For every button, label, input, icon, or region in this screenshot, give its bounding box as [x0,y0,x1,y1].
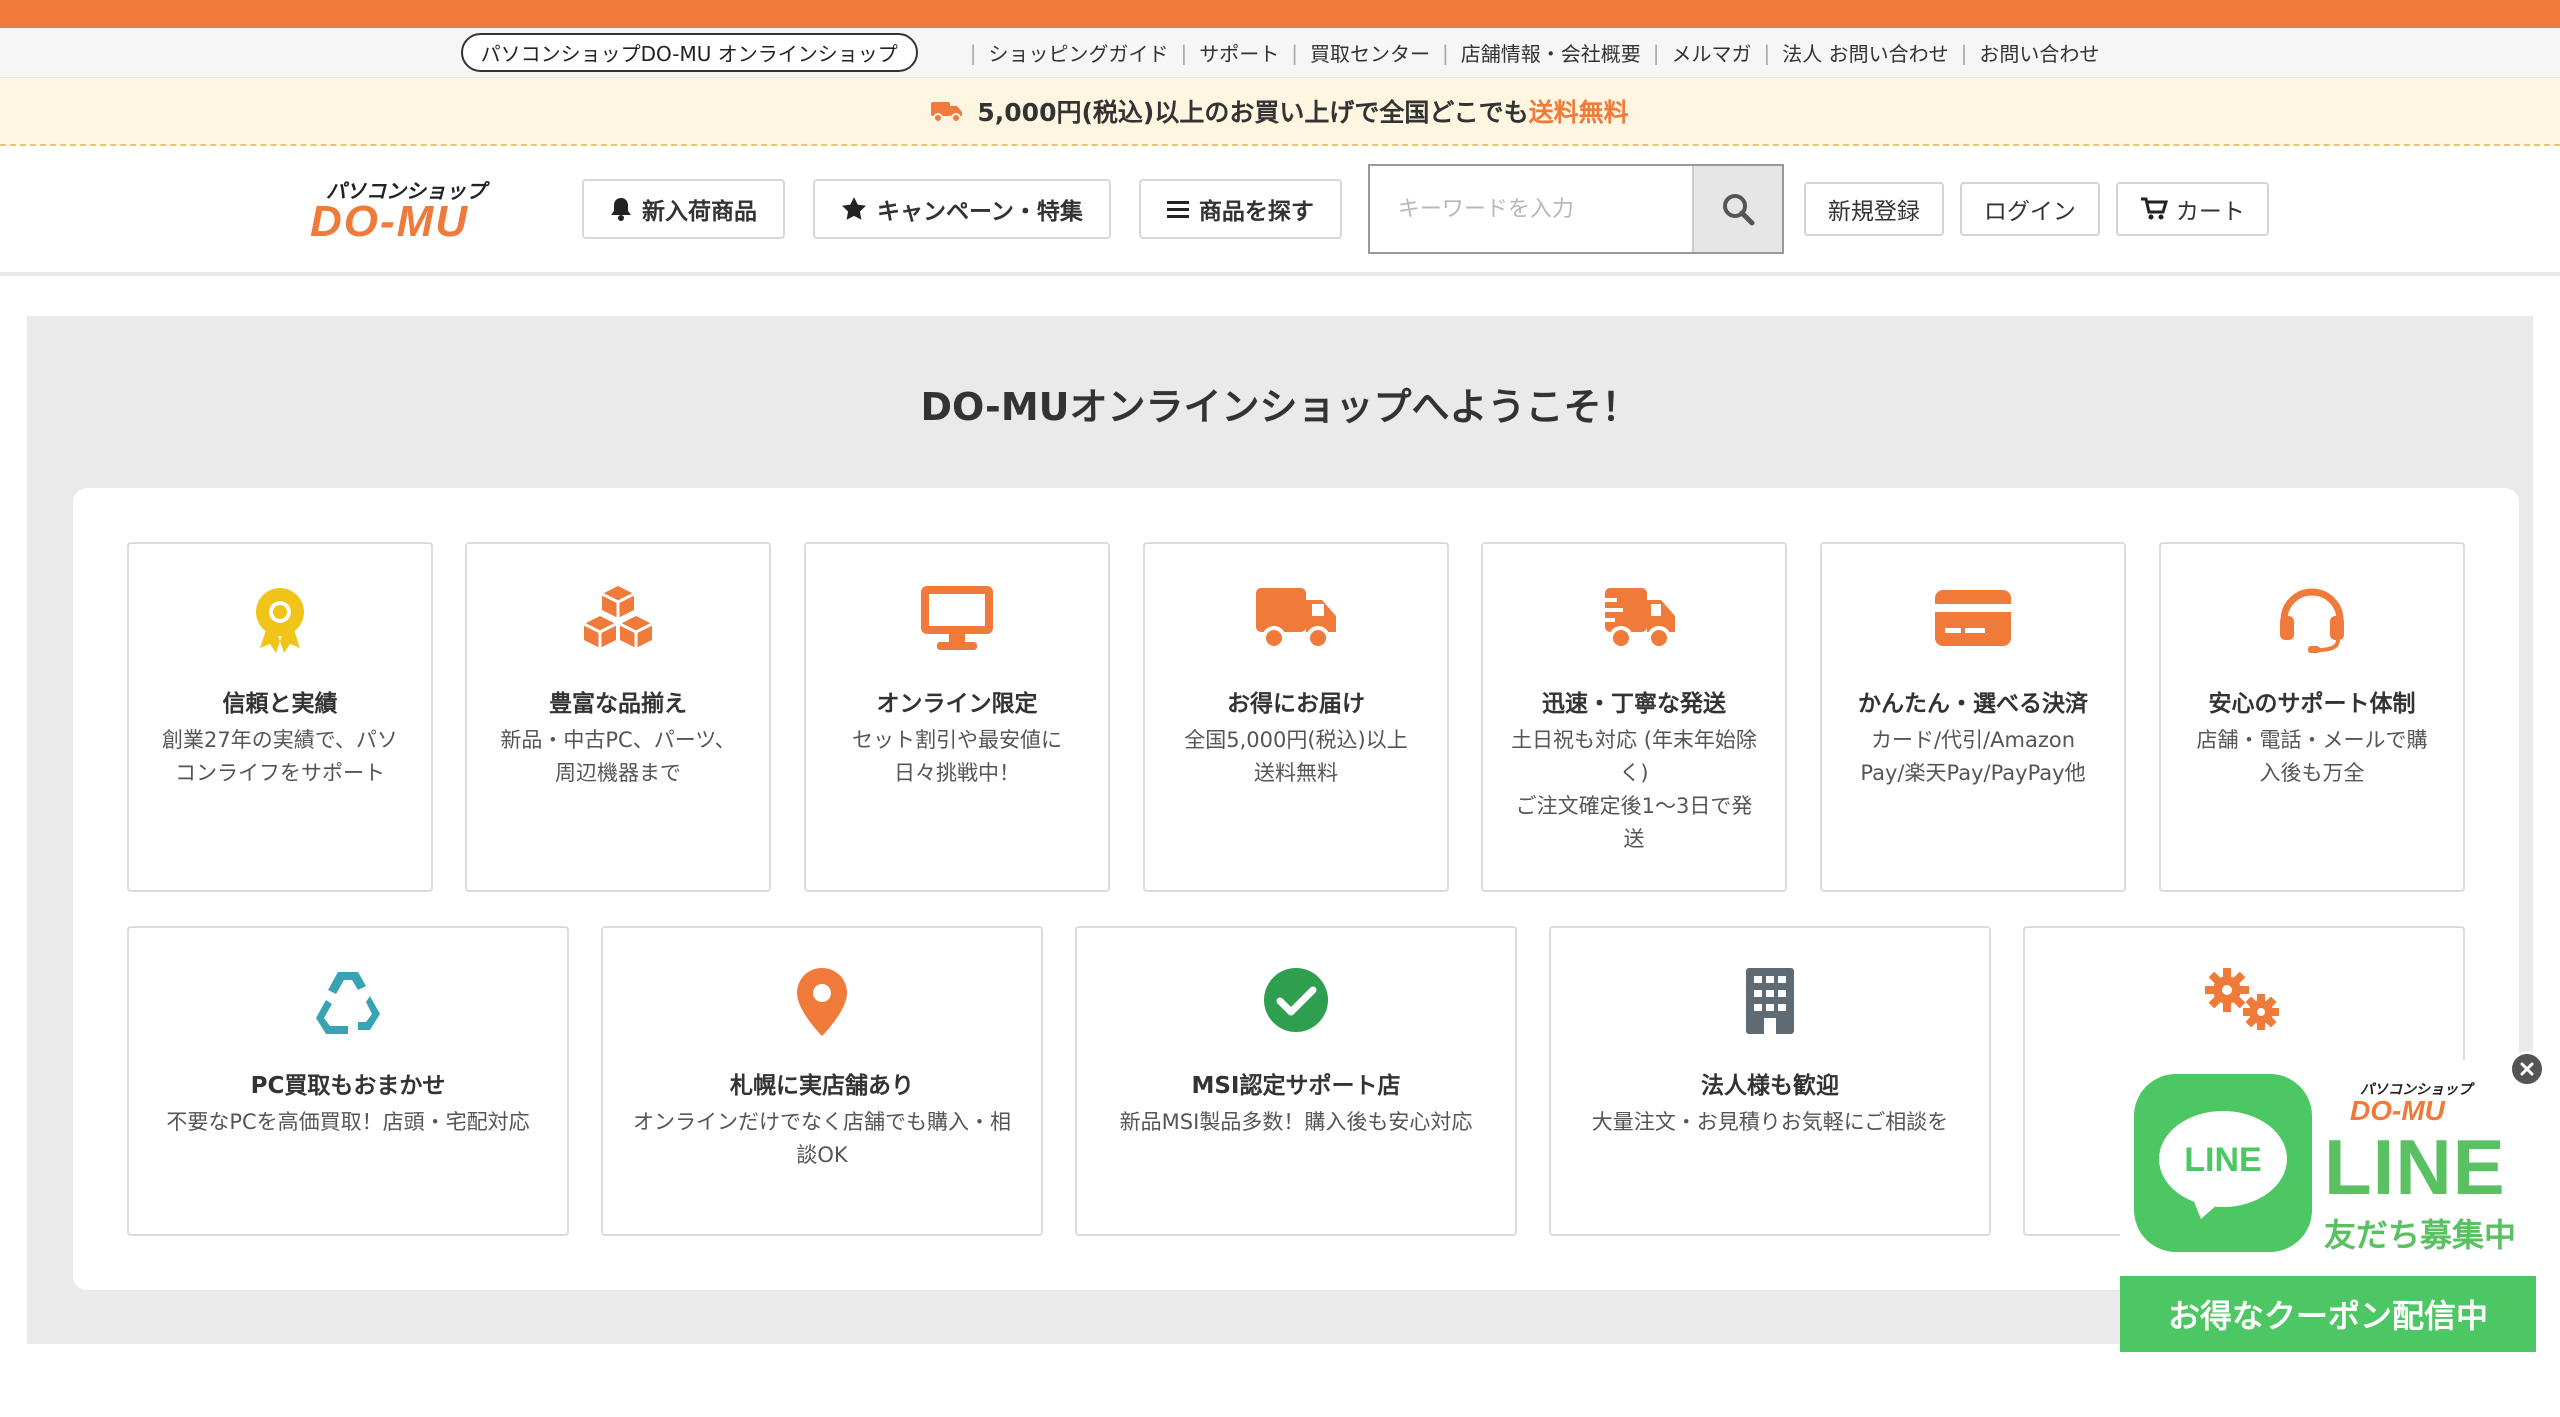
feature-card-corporate: 法人様も歓迎 大量注文・お見積りお気軽にご相談を [1549,926,1991,1236]
free-shipping-banner: 5,000円(税込)以上のお買い上げで全国どこでも 送料無料 [0,78,2560,146]
feature-card-delivery: お得にお届け 全国5,000円(税込)以上 送料無料 [1143,542,1449,892]
award-icon [256,588,304,653]
recycle-icon [316,972,380,1034]
fast-truck-icon [1593,588,1675,650]
credit-card-icon [1935,590,2011,646]
svg-text:LINE: LINE [2184,1141,2261,1179]
shop-name-link[interactable]: パソコンショップDO-MU オンラインショップ [460,33,918,72]
promo-text: 5,000円(税込)以上のお買い上げで全国どこでも [977,98,1529,127]
store-info-link[interactable]: 店舗情報・会社概要 [1461,38,1641,67]
domu-logo[interactable]: パソコンショップ DO-MU [308,176,540,242]
line-ad-coupon: お得なクーポン配信中 [2120,1276,2536,1352]
feature-card-msi: MSI認定サポート店 新品MSI製品多数！購入後も安心対応 [1075,926,1517,1236]
search-input[interactable] [1369,166,1692,252]
gears-icon [2205,968,2279,1030]
feature-card-fast-shipping: 迅速・丁寧な発送 土日祝も対応 (年末年始除く) ご注文確定後1〜3日で発送 [1481,542,1787,892]
line-ad-title: LINE [2324,1123,2506,1211]
new-arrivals-button[interactable]: 新入荷商品 [582,179,785,239]
line-ad-subtitle: 友だち募集中 [2324,1216,2517,1254]
promo-highlight: 送料無料 [1528,98,1629,127]
headset-icon [2280,588,2344,653]
line-friends-ad[interactable]: LINE パソコンショップ DO-MU LINE 友だち募集中 お得なクーポン配… [2120,1060,2536,1352]
desktop-icon [921,586,993,650]
top-accent-bar [0,0,2560,28]
search-button[interactable] [1691,166,1782,252]
line-bubble-icon: LINE [2159,1111,2287,1219]
support-link[interactable]: サポート [1199,38,1279,67]
find-products-button[interactable]: 商品を探す [1138,179,1342,239]
search-box [1367,164,1784,254]
cart-button[interactable]: カート [2115,182,2269,236]
feature-card-trust: 信頼と実績 創業27年の実績で、パソコンライフをサポート [127,542,433,892]
truck-icon [1256,588,1336,650]
cubes-icon [583,586,653,648]
line-ad-close-button[interactable] [2509,1051,2545,1087]
feature-card-sapporo-store: 札幌に実店舗あり オンラインだけでなく店舗でも購入・相談OK [601,926,1043,1236]
bell-icon [611,198,631,221]
topnav-links: | ショッピングガイド | サポート | 買取センター | 店舗情報・会社概要 … [958,38,2100,67]
line-ad-brand: パソコンショップ DO-MU [2350,1082,2475,1122]
truck-icon [931,102,963,123]
site-header: パソコンショップ DO-MU 新入荷商品 キャンペーン・特集 商品を探す 新規登… [0,146,2560,276]
feature-card-online-only: オンライン限定 セット割引や最安値に日々挑戦中！ [804,542,1110,892]
line-logo: LINE [2134,1074,2312,1252]
corporate-contact-link[interactable]: 法人 お問い合わせ [1782,38,1948,67]
register-button[interactable]: 新規登録 [1803,182,1944,236]
building-icon [1746,968,1794,1034]
shopping-guide-link[interactable]: ショッピングガイド [989,38,1169,67]
feature-card-support: 安心のサポート体制 店舗・電話・メールで購入後も万全 [2159,542,2465,892]
campaign-button[interactable]: キャンペーン・特集 [813,179,1111,239]
login-button[interactable]: ログイン [1959,182,2100,236]
search-icon [1722,194,1755,226]
feature-card-buyback: PC買取もおまかせ 不要なPCを高価買取！店頭・宅配対応 [127,926,569,1236]
feature-card-selection: 豊富な品揃え 新品・中古PC、パーツ、周辺機器まで [465,542,771,892]
welcome-title: DO-MUオンラインショップへようこそ！ [920,385,1640,429]
close-icon [2520,1062,2534,1076]
star-icon [842,197,866,220]
feature-card-payment: かんたん・選べる決済 カード/代引/Amazon Pay/楽天Pay/PayPa… [1820,542,2126,892]
menu-icon [1166,201,1189,218]
buyback-center-link[interactable]: 買取センター [1310,38,1430,67]
cart-icon [2140,197,2168,220]
contact-link[interactable]: お問い合わせ [1979,38,2099,67]
svg-text:DO-MU: DO-MU [2350,1095,2446,1122]
check-circle-icon [1264,968,1328,1032]
svg-text:DO-MU: DO-MU [310,197,469,242]
newsletter-link[interactable]: メルマガ [1672,38,1752,67]
map-pin-icon [797,968,847,1036]
top-navigation: パソコンショップDO-MU オンラインショップ | ショッピングガイド | サポ… [0,28,2560,78]
